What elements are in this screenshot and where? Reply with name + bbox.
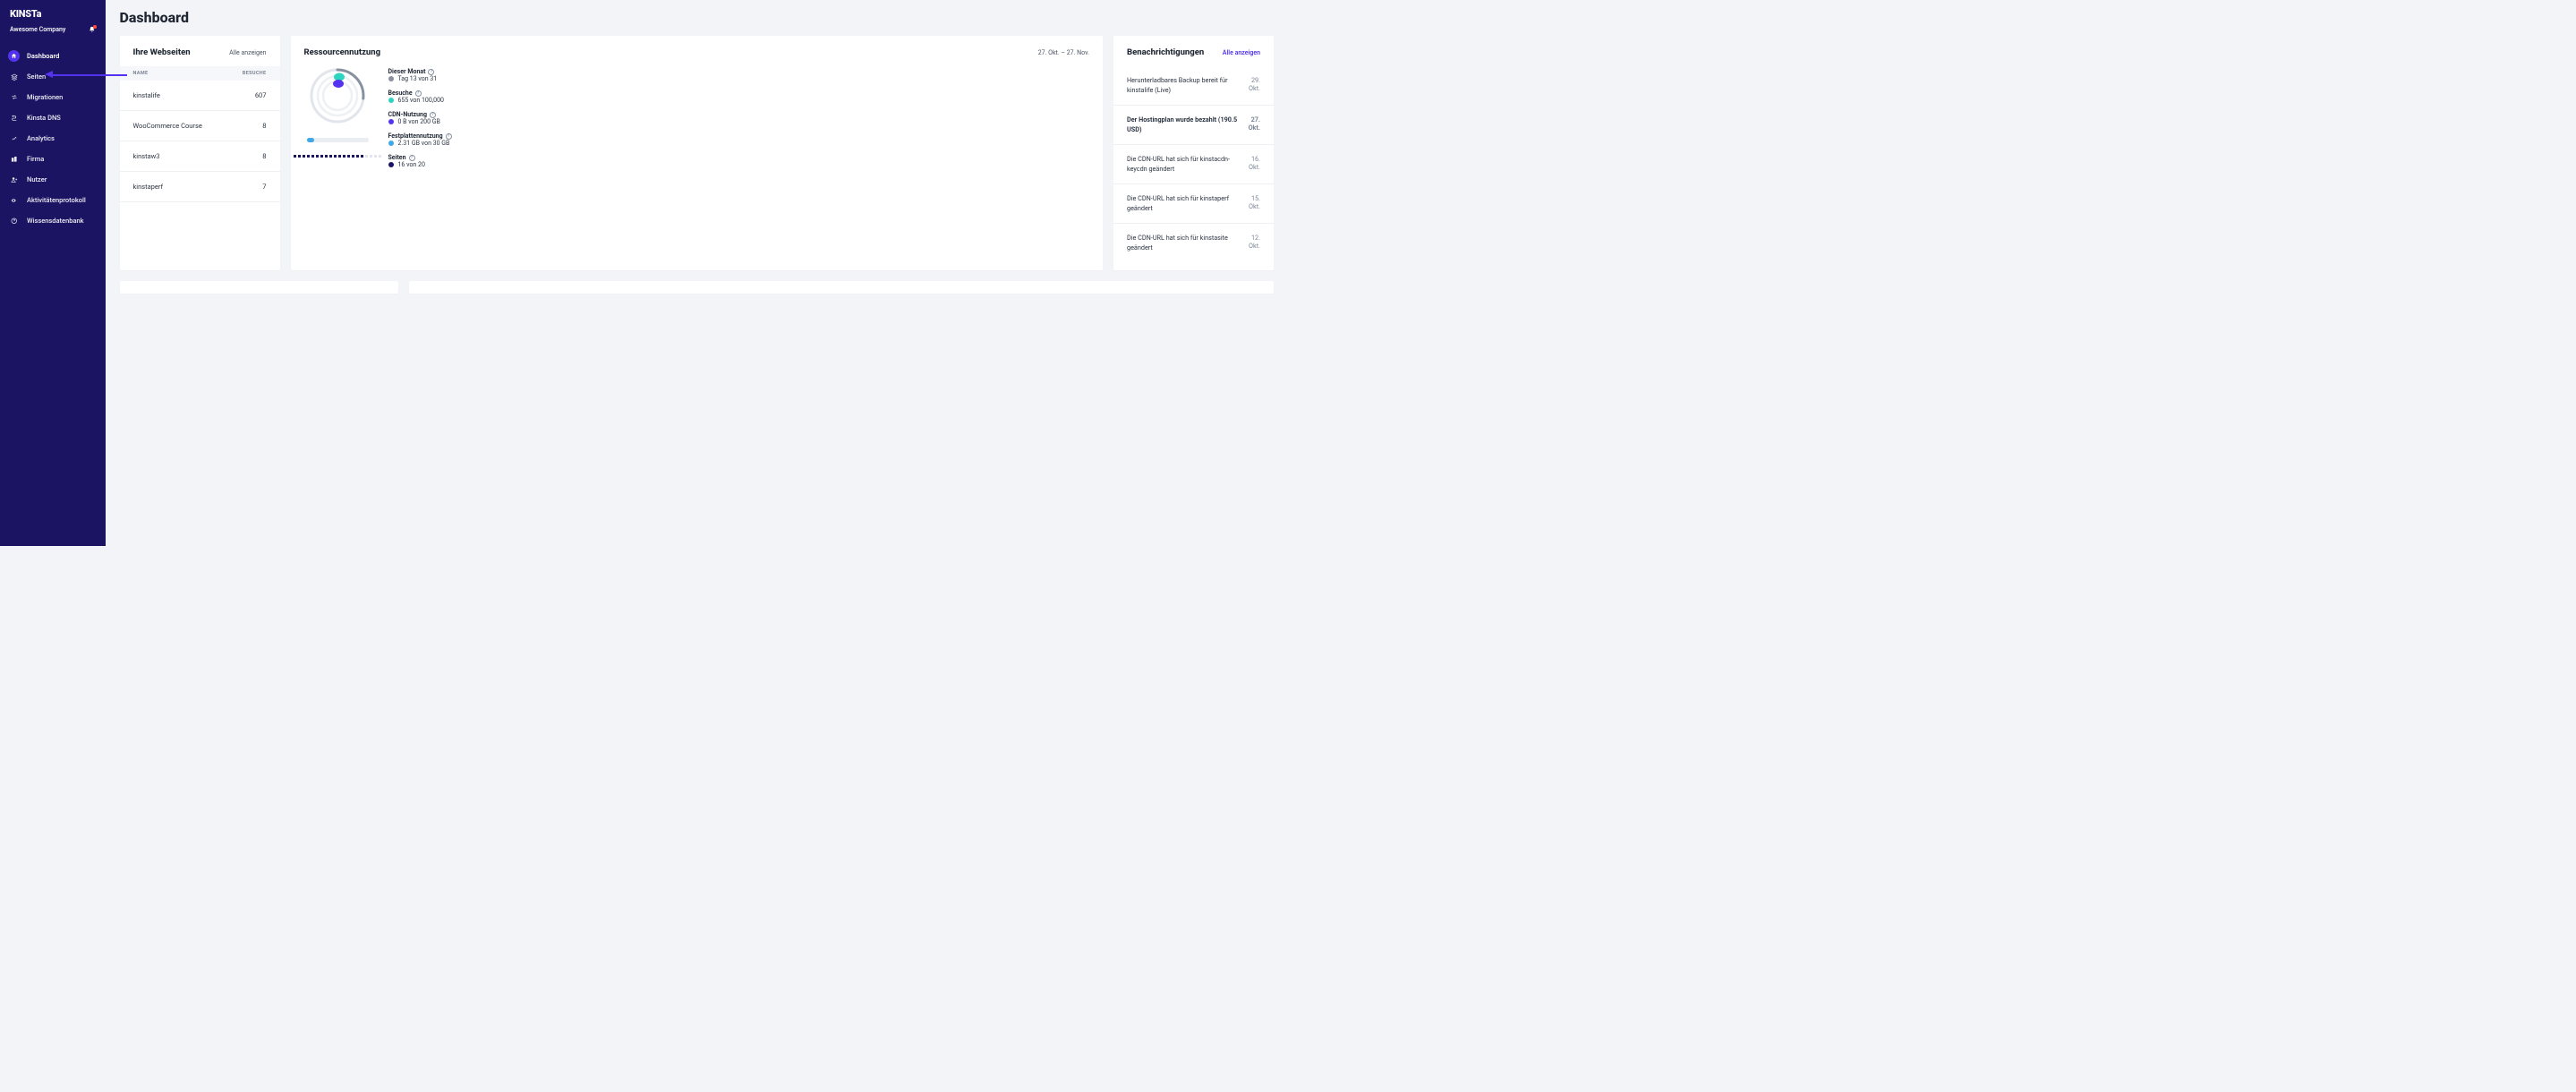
notification-date: 29.Okt. bbox=[1249, 76, 1260, 95]
notification-date: 16.Okt. bbox=[1249, 155, 1260, 174]
stat-visits-value: 655 von 100,000 bbox=[398, 97, 444, 104]
nav-dashboard[interactable]: Dashboard bbox=[0, 46, 106, 66]
stat-disk-value: 2.31 GB von 30 GB bbox=[398, 140, 450, 147]
nav-label: Nutzer bbox=[27, 175, 47, 183]
legend-dot-disk bbox=[388, 141, 394, 146]
notifications-title: Benachrichtigungen bbox=[1127, 47, 1204, 57]
notification-text: Die CDN-URL hat sich für kinstacdn-keycd… bbox=[1127, 155, 1240, 174]
site-row[interactable]: WooCommerce Course 8 bbox=[120, 111, 280, 141]
site-name: WooCommerce Course bbox=[133, 122, 202, 130]
building-icon bbox=[8, 153, 20, 165]
site-row[interactable]: kinstaw3 8 bbox=[120, 141, 280, 172]
nav-company[interactable]: Firma bbox=[0, 149, 106, 169]
company-name: Awesome Company bbox=[10, 26, 65, 33]
legend-dot-cdn bbox=[388, 119, 394, 124]
chart-icon bbox=[8, 132, 20, 144]
legend-dot-sites bbox=[388, 162, 394, 167]
legend-dot-month bbox=[388, 76, 394, 81]
nav-dns[interactable]: Kinsta DNS bbox=[0, 107, 106, 128]
nav-label: Wissensdatenbank bbox=[27, 217, 84, 225]
site-row[interactable]: kinstaperf 7 bbox=[120, 172, 280, 202]
notifications-bell[interactable] bbox=[89, 26, 96, 33]
stat-sites-title: Seiten bbox=[388, 154, 406, 161]
nav-label: Firma bbox=[27, 155, 44, 163]
help-icon[interactable]: ? bbox=[409, 155, 415, 161]
nav: Dashboard Seiten Migrationen Kinsta DNS … bbox=[0, 46, 106, 231]
col-visits: BESUCHE bbox=[243, 71, 267, 76]
nav-knowledge-base[interactable]: Wissensdatenbank bbox=[0, 210, 106, 231]
user-add-icon bbox=[8, 174, 20, 185]
site-visits: 607 bbox=[255, 91, 267, 99]
help-icon[interactable]: ? bbox=[428, 69, 434, 75]
help-icon[interactable]: ? bbox=[415, 90, 422, 97]
stat-disk-title: Festplattennutzung bbox=[388, 132, 443, 140]
notifications-all-link[interactable]: Alle anzeigen bbox=[1223, 49, 1260, 56]
site-row[interactable]: kinstalife 607 bbox=[120, 81, 280, 111]
nav-analytics[interactable]: Analytics bbox=[0, 128, 106, 149]
resource-card: Ressourcennutzung 27. Okt. – 27. Nov. bbox=[291, 36, 1104, 270]
notification-date: 12.Okt. bbox=[1249, 234, 1260, 252]
stat-cdn-title: CDN-Nutzung bbox=[388, 111, 427, 118]
nav-label: Aktivitätenprotokoll bbox=[27, 196, 86, 204]
route-icon bbox=[8, 112, 20, 124]
sidebar: KINSTa Awesome Company Dashboard Seiten … bbox=[0, 0, 106, 546]
site-name: kinstalife bbox=[133, 91, 160, 99]
sites-all-link[interactable]: Alle anzeigen bbox=[229, 49, 266, 56]
help-icon[interactable]: ? bbox=[446, 133, 452, 140]
notification-item[interactable]: Herunterladbares Backup bereit für kinst… bbox=[1113, 66, 1274, 106]
layers-icon bbox=[8, 71, 20, 82]
site-name: kinstaw3 bbox=[133, 152, 160, 160]
notification-item[interactable]: Der Hostingplan wurde bezahlt (190.5 USD… bbox=[1113, 106, 1274, 145]
main: Dashboard Ihre Webseiten Alle anzeigen N… bbox=[106, 0, 1289, 546]
disk-bar bbox=[307, 138, 369, 142]
notification-text: Die CDN-URL hat sich für kinstaperf geän… bbox=[1127, 194, 1240, 213]
stat-cdn-value: 0 B von 200 GB bbox=[398, 118, 440, 125]
brand-logo: KINSTa bbox=[10, 8, 41, 20]
resource-range: 27. Okt. – 27. Nov. bbox=[1038, 49, 1089, 56]
nav-migrations[interactable]: Migrationen bbox=[0, 87, 106, 107]
notification-date: 27.Okt. bbox=[1249, 115, 1260, 134]
usage-donut bbox=[308, 66, 367, 125]
notification-text: Der Hostingplan wurde bezahlt (190.5 USD… bbox=[1127, 115, 1240, 134]
notification-date: 15.Okt. bbox=[1249, 194, 1260, 213]
notification-text: Herunterladbares Backup bereit für kinst… bbox=[1127, 76, 1240, 95]
sites-title: Ihre Webseiten bbox=[133, 47, 191, 57]
nav-label: Kinsta DNS bbox=[27, 114, 61, 122]
sites-card: Ihre Webseiten Alle anzeigen NAME BESUCH… bbox=[120, 36, 280, 270]
help-icon bbox=[8, 215, 20, 226]
nav-label: Dashboard bbox=[27, 52, 59, 60]
stat-sites-value: 16 von 20 bbox=[398, 161, 425, 168]
legend-dot-visits bbox=[388, 98, 394, 103]
stat-month-title: Dieser Monat bbox=[388, 68, 426, 75]
nav-label: Analytics bbox=[27, 134, 55, 142]
stat-visits-title: Besuche bbox=[388, 90, 413, 97]
home-icon bbox=[8, 50, 20, 62]
notifications-card: Benachrichtigungen Alle anzeigen Herunte… bbox=[1113, 36, 1274, 270]
bell-unread-dot bbox=[93, 25, 97, 29]
nav-users[interactable]: Nutzer bbox=[0, 169, 106, 190]
help-icon[interactable]: ? bbox=[430, 112, 436, 118]
sites-bar bbox=[294, 155, 381, 158]
notification-item[interactable]: Die CDN-URL hat sich für kinstacdn-keycd… bbox=[1113, 145, 1274, 184]
site-visits: 8 bbox=[262, 122, 266, 130]
site-visits: 8 bbox=[262, 152, 266, 160]
nav-label: Seiten bbox=[27, 73, 46, 81]
notification-text: Die CDN-URL hat sich für kinstasite geän… bbox=[1127, 234, 1240, 252]
page-title: Dashboard bbox=[120, 9, 1275, 26]
resource-title: Ressourcennutzung bbox=[304, 47, 381, 57]
nav-sites[interactable]: Seiten bbox=[0, 66, 106, 87]
site-visits: 7 bbox=[262, 183, 266, 191]
stat-month-value: Tag 13 von 31 bbox=[398, 75, 438, 82]
notification-item[interactable]: Die CDN-URL hat sich für kinstasite geän… bbox=[1113, 224, 1274, 262]
eye-icon bbox=[8, 194, 20, 206]
site-name: kinstaperf bbox=[133, 183, 164, 191]
placeholder-card bbox=[409, 281, 1274, 294]
nav-label: Migrationen bbox=[27, 93, 63, 101]
nav-activity-log[interactable]: Aktivitätenprotokoll bbox=[0, 190, 106, 210]
notification-item[interactable]: Die CDN-URL hat sich für kinstaperf geän… bbox=[1113, 184, 1274, 224]
transfer-icon bbox=[8, 91, 20, 103]
placeholder-card bbox=[120, 281, 399, 294]
col-name: NAME bbox=[133, 71, 149, 76]
